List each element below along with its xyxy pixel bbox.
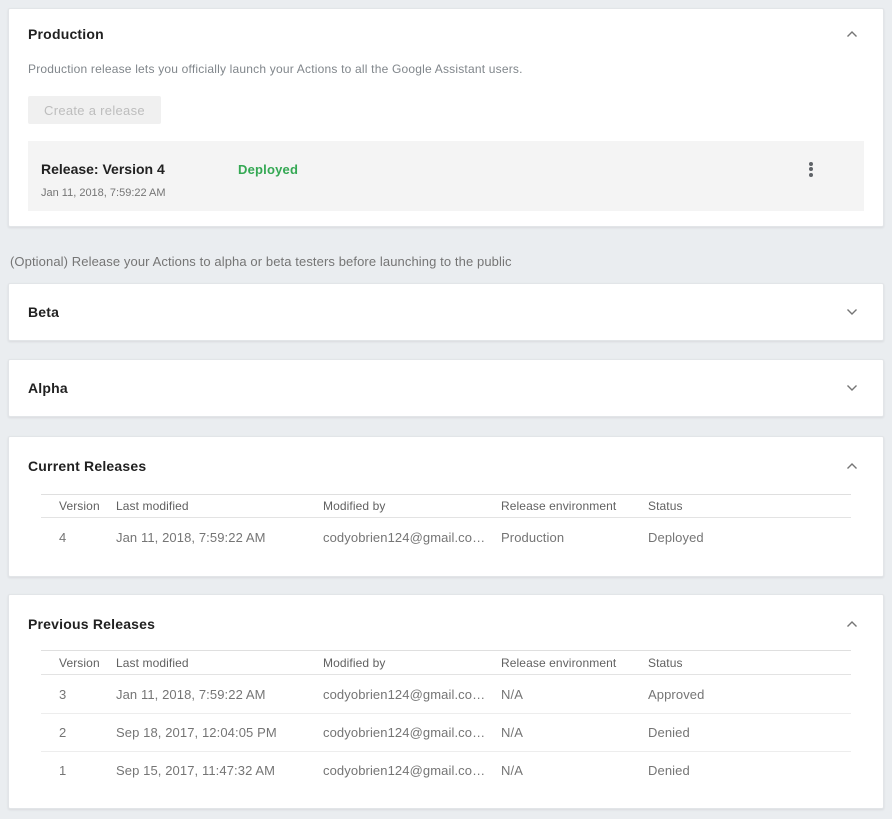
cell-release-environment: N/A bbox=[501, 687, 648, 702]
cell-status: Denied bbox=[648, 763, 851, 778]
table-header-row: Version Last modified Modified by Releas… bbox=[41, 494, 851, 518]
cell-version: 3 bbox=[41, 687, 116, 702]
alpha-panel[interactable]: Alpha bbox=[8, 359, 884, 417]
collapse-current-releases-button[interactable] bbox=[840, 454, 864, 478]
chevron-up-icon bbox=[846, 462, 858, 470]
release-row: Release: Version 4 Deployed bbox=[41, 157, 851, 181]
cell-modified-by: codyobrien124@gmail.co… bbox=[323, 763, 501, 778]
col-header-last-modified: Last modified bbox=[116, 499, 323, 513]
cell-status: Deployed bbox=[648, 530, 851, 545]
current-releases-table: Version Last modified Modified by Releas… bbox=[41, 494, 851, 556]
col-header-release-environment: Release environment bbox=[501, 656, 648, 670]
col-header-version: Version bbox=[41, 499, 116, 513]
releases-page: Production Production release lets you o… bbox=[0, 0, 892, 819]
cell-status: Denied bbox=[648, 725, 851, 740]
col-header-release-environment: Release environment bbox=[501, 499, 648, 513]
alpha-title: Alpha bbox=[28, 380, 68, 396]
cell-last-modified: Jan 11, 2018, 7:59:22 AM bbox=[116, 687, 323, 702]
cell-status: Approved bbox=[648, 687, 851, 702]
cell-version: 2 bbox=[41, 725, 116, 740]
col-header-modified-by: Modified by bbox=[323, 656, 501, 670]
cell-release-environment: Production bbox=[501, 530, 648, 545]
collapse-previous-releases-button[interactable] bbox=[840, 612, 864, 636]
cell-release-environment: N/A bbox=[501, 725, 648, 740]
optional-note: (Optional) Release your Actions to alpha… bbox=[10, 255, 884, 268]
cell-last-modified: Sep 15, 2017, 11:47:32 AM bbox=[116, 763, 323, 778]
col-header-modified-by: Modified by bbox=[323, 499, 501, 513]
cell-last-modified: Sep 18, 2017, 12:04:05 PM bbox=[116, 725, 323, 740]
cell-last-modified: Jan 11, 2018, 7:59:22 AM bbox=[116, 530, 323, 545]
table-row: 1 Sep 15, 2017, 11:47:32 AM codyobrien12… bbox=[41, 751, 851, 789]
col-header-status: Status bbox=[648, 656, 851, 670]
production-description: Production release lets you officially l… bbox=[28, 62, 864, 76]
production-release-card: Release: Version 4 Deployed Jan 11, 2018… bbox=[28, 141, 864, 211]
release-status-badge: Deployed bbox=[238, 162, 298, 177]
previous-releases-panel: Previous Releases Version Last modified … bbox=[8, 594, 884, 809]
chevron-down-icon bbox=[846, 384, 858, 392]
table-header-row: Version Last modified Modified by Releas… bbox=[41, 650, 851, 675]
chevron-down-icon bbox=[846, 308, 858, 316]
kebab-menu-icon bbox=[809, 160, 813, 178]
current-releases-panel: Current Releases Version Last modified M… bbox=[8, 436, 884, 577]
collapse-production-button[interactable] bbox=[840, 22, 864, 46]
production-panel: Production Production release lets you o… bbox=[8, 8, 884, 227]
table-row: 2 Sep 18, 2017, 12:04:05 PM codyobrien12… bbox=[41, 713, 851, 751]
chevron-up-icon bbox=[846, 620, 858, 628]
expand-alpha-button[interactable] bbox=[840, 376, 864, 400]
beta-panel[interactable]: Beta bbox=[8, 283, 884, 341]
chevron-up-icon bbox=[846, 30, 858, 38]
release-title: Release: Version 4 bbox=[41, 161, 238, 177]
release-date: Jan 11, 2018, 7:59:22 AM bbox=[41, 188, 851, 199]
create-release-button[interactable]: Create a release bbox=[28, 96, 161, 124]
cell-modified-by: codyobrien124@gmail.co… bbox=[323, 530, 501, 545]
col-header-last-modified: Last modified bbox=[116, 656, 323, 670]
beta-title: Beta bbox=[28, 304, 59, 320]
production-title: Production bbox=[28, 26, 104, 42]
current-releases-title: Current Releases bbox=[28, 458, 146, 474]
previous-releases-title: Previous Releases bbox=[28, 616, 155, 632]
col-header-status: Status bbox=[648, 499, 851, 513]
cell-release-environment: N/A bbox=[501, 763, 648, 778]
expand-beta-button[interactable] bbox=[840, 300, 864, 324]
col-header-version: Version bbox=[41, 656, 116, 670]
table-row: 4 Jan 11, 2018, 7:59:22 AM codyobrien124… bbox=[41, 518, 851, 556]
previous-releases-table: Version Last modified Modified by Releas… bbox=[41, 650, 851, 789]
cell-version: 1 bbox=[41, 763, 116, 778]
cell-modified-by: codyobrien124@gmail.co… bbox=[323, 725, 501, 740]
cell-modified-by: codyobrien124@gmail.co… bbox=[323, 687, 501, 702]
production-panel-header[interactable]: Production bbox=[28, 22, 864, 46]
table-row: 3 Jan 11, 2018, 7:59:22 AM codyobrien124… bbox=[41, 675, 851, 713]
previous-releases-header[interactable]: Previous Releases bbox=[28, 612, 864, 636]
cell-version: 4 bbox=[41, 530, 116, 545]
current-releases-header[interactable]: Current Releases bbox=[28, 454, 864, 478]
release-options-button[interactable] bbox=[799, 157, 823, 181]
